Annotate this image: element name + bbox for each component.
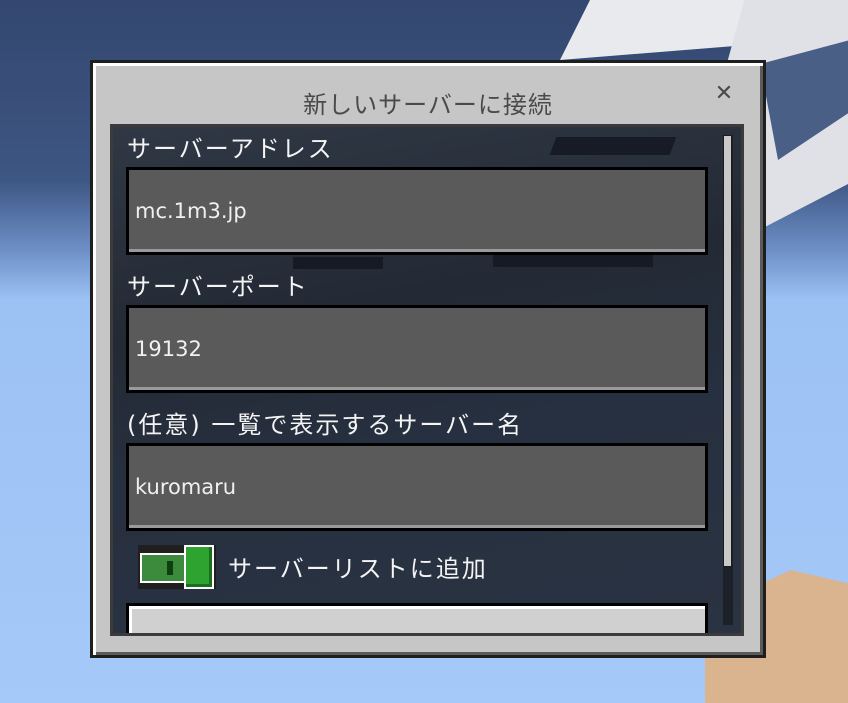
server-name-value: kuromaru [135, 475, 237, 499]
server-port-input[interactable]: 19132 [126, 305, 708, 393]
add-to-server-list-toggle[interactable] [138, 545, 216, 589]
scrollbar-thumb[interactable] [723, 135, 732, 567]
dialog-title: 新しいサーバーに接続 [303, 91, 553, 119]
background-rock [493, 253, 653, 267]
server-address-input[interactable]: mc.1m3.jp [126, 167, 708, 255]
close-icon[interactable]: ✕ [713, 83, 735, 105]
save-button[interactable] [126, 603, 708, 633]
background-rock [549, 137, 677, 155]
server-port-label: サーバーポート [127, 273, 309, 301]
server-address-label: サーバーアドレス [127, 135, 334, 163]
server-name-input[interactable]: kuromaru [126, 443, 708, 531]
add-server-dialog: 新しいサーバーに接続 ✕ サーバーアドレス mc.1m3.jp サーバーポート … [90, 60, 766, 658]
server-port-value: 19132 [135, 337, 202, 361]
server-address-value: mc.1m3.jp [135, 199, 247, 223]
server-name-label: (任意) 一覧で表示するサーバー名 [127, 411, 524, 439]
add-to-server-list-label: サーバーリストに追加 [228, 555, 488, 583]
toggle-knob [184, 545, 214, 589]
form-panel: サーバーアドレス mc.1m3.jp サーバーポート 19132 (任意) 一覧… [110, 124, 744, 636]
